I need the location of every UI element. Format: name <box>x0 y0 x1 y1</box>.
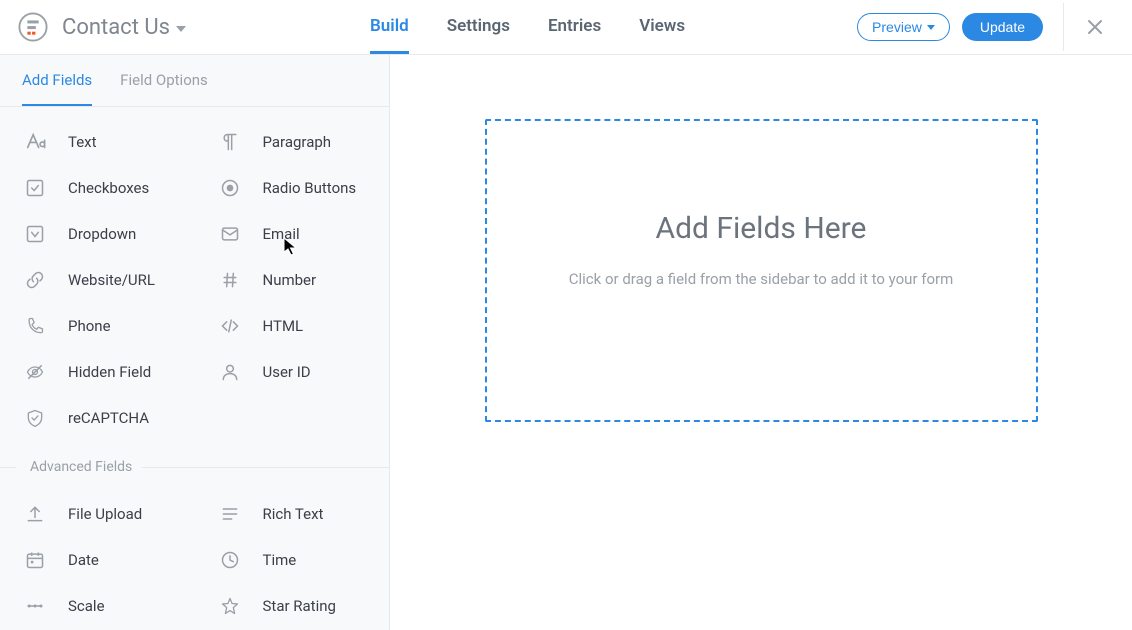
field-label: HTML <box>263 317 304 335</box>
sidebar: Add Fields Field Options Text Paragraph <box>0 55 390 630</box>
dropdown-icon <box>22 221 48 247</box>
form-title-dropdown[interactable]: Contact Us <box>62 15 186 40</box>
checkbox-icon <box>22 175 48 201</box>
field-number[interactable]: Number <box>195 257 390 303</box>
email-icon <box>217 221 243 247</box>
field-label: Paragraph <box>263 133 332 151</box>
field-label: Rich Text <box>263 505 324 523</box>
tab-label: Settings <box>447 16 510 36</box>
text-icon <box>22 129 48 155</box>
paragraph-icon <box>217 129 243 155</box>
field-label: File Upload <box>68 505 142 523</box>
app-body: Add Fields Field Options Text Paragraph <box>0 55 1132 630</box>
field-label: Hidden Field <box>68 363 151 381</box>
field-scale[interactable]: Scale <box>0 583 195 629</box>
update-button[interactable]: Update <box>962 13 1043 41</box>
field-label: User ID <box>263 363 311 381</box>
field-text[interactable]: Text <box>0 119 195 165</box>
link-icon <box>22 267 48 293</box>
field-label: Scale <box>68 597 105 615</box>
field-html[interactable]: HTML <box>195 303 390 349</box>
field-label: Star Rating <box>263 597 336 615</box>
field-star-rating[interactable]: Star Rating <box>195 583 390 629</box>
field-hidden[interactable]: Hidden Field <box>0 349 195 395</box>
field-label: Dropdown <box>68 225 136 243</box>
phone-icon <box>22 313 48 339</box>
main-tabs: Build Settings Entries Views <box>370 0 685 54</box>
field-label: Date <box>68 551 99 569</box>
tab-build[interactable]: Build <box>370 0 409 54</box>
chevron-down-icon <box>176 26 186 32</box>
richtext-icon <box>217 501 243 527</box>
field-file-upload[interactable]: File Upload <box>0 491 195 537</box>
time-icon <box>217 547 243 573</box>
advanced-fields-section-header: Advanced Fields <box>0 451 389 483</box>
hash-icon <box>217 267 243 293</box>
form-canvas: Add Fields Here Click or drag a field fr… <box>390 55 1132 630</box>
preview-button[interactable]: Preview <box>857 13 950 41</box>
form-title-text: Contact Us <box>62 15 170 40</box>
preview-button-label: Preview <box>872 19 922 35</box>
field-time[interactable]: Time <box>195 537 390 583</box>
shield-icon <box>22 405 48 431</box>
tab-entries[interactable]: Entries <box>548 0 601 54</box>
date-icon <box>22 547 48 573</box>
field-checkboxes[interactable]: Checkboxes <box>0 165 195 211</box>
header-actions: Preview Update <box>857 3 1112 51</box>
field-label: Text <box>68 133 97 151</box>
upload-icon <box>22 501 48 527</box>
app-logo <box>18 12 48 42</box>
field-rich-text[interactable]: Rich Text <box>195 491 390 537</box>
chevron-down-icon <box>927 25 935 30</box>
sidebar-tabs: Add Fields Field Options <box>0 55 389 107</box>
dropzone-heading: Add Fields Here <box>656 211 867 246</box>
tab-label: Views <box>639 16 685 36</box>
close-icon <box>1087 19 1103 35</box>
update-button-label: Update <box>980 19 1025 35</box>
user-icon <box>217 359 243 385</box>
close-button[interactable] <box>1078 10 1112 44</box>
radio-icon <box>217 175 243 201</box>
field-label: Email <box>263 225 300 243</box>
field-label: Number <box>263 271 317 289</box>
basic-fields-grid: Text Paragraph Checkboxes Radio Buttons <box>0 107 389 441</box>
field-userid[interactable]: User ID <box>195 349 390 395</box>
field-label: Radio Buttons <box>263 179 357 197</box>
field-date[interactable]: Date <box>0 537 195 583</box>
field-email[interactable]: Email <box>195 211 390 257</box>
sidebar-tab-label: Field Options <box>120 71 208 89</box>
field-recaptcha[interactable]: reCAPTCHA <box>0 395 195 441</box>
header-divider <box>1063 3 1064 51</box>
field-paragraph[interactable]: Paragraph <box>195 119 390 165</box>
tab-label: Build <box>370 16 409 36</box>
field-radio[interactable]: Radio Buttons <box>195 165 390 211</box>
sidebar-tab-add-fields[interactable]: Add Fields <box>22 55 92 106</box>
advanced-fields-grid: File Upload Rich Text Date Time <box>0 483 389 629</box>
html-icon <box>217 313 243 339</box>
section-label: Advanced Fields <box>16 459 142 475</box>
tab-label: Entries <box>548 16 601 36</box>
hidden-icon <box>22 359 48 385</box>
tab-settings[interactable]: Settings <box>447 0 510 54</box>
field-dropdown[interactable]: Dropdown <box>0 211 195 257</box>
field-phone[interactable]: Phone <box>0 303 195 349</box>
star-icon <box>217 593 243 619</box>
sidebar-tab-label: Add Fields <box>22 71 92 89</box>
scale-icon <box>22 593 48 619</box>
field-label: Website/URL <box>68 271 155 289</box>
field-label: Time <box>263 551 297 569</box>
field-url[interactable]: Website/URL <box>0 257 195 303</box>
field-label: Checkboxes <box>68 179 149 197</box>
sidebar-tab-field-options[interactable]: Field Options <box>120 55 208 106</box>
dropzone[interactable]: Add Fields Here Click or drag a field fr… <box>485 119 1038 422</box>
field-label: Phone <box>68 317 111 335</box>
tab-views[interactable]: Views <box>639 0 685 54</box>
dropzone-subtext: Click or drag a field from the sidebar t… <box>569 270 954 288</box>
app-header: Contact Us Build Settings Entries Views … <box>0 0 1132 55</box>
field-label: reCAPTCHA <box>68 409 149 427</box>
